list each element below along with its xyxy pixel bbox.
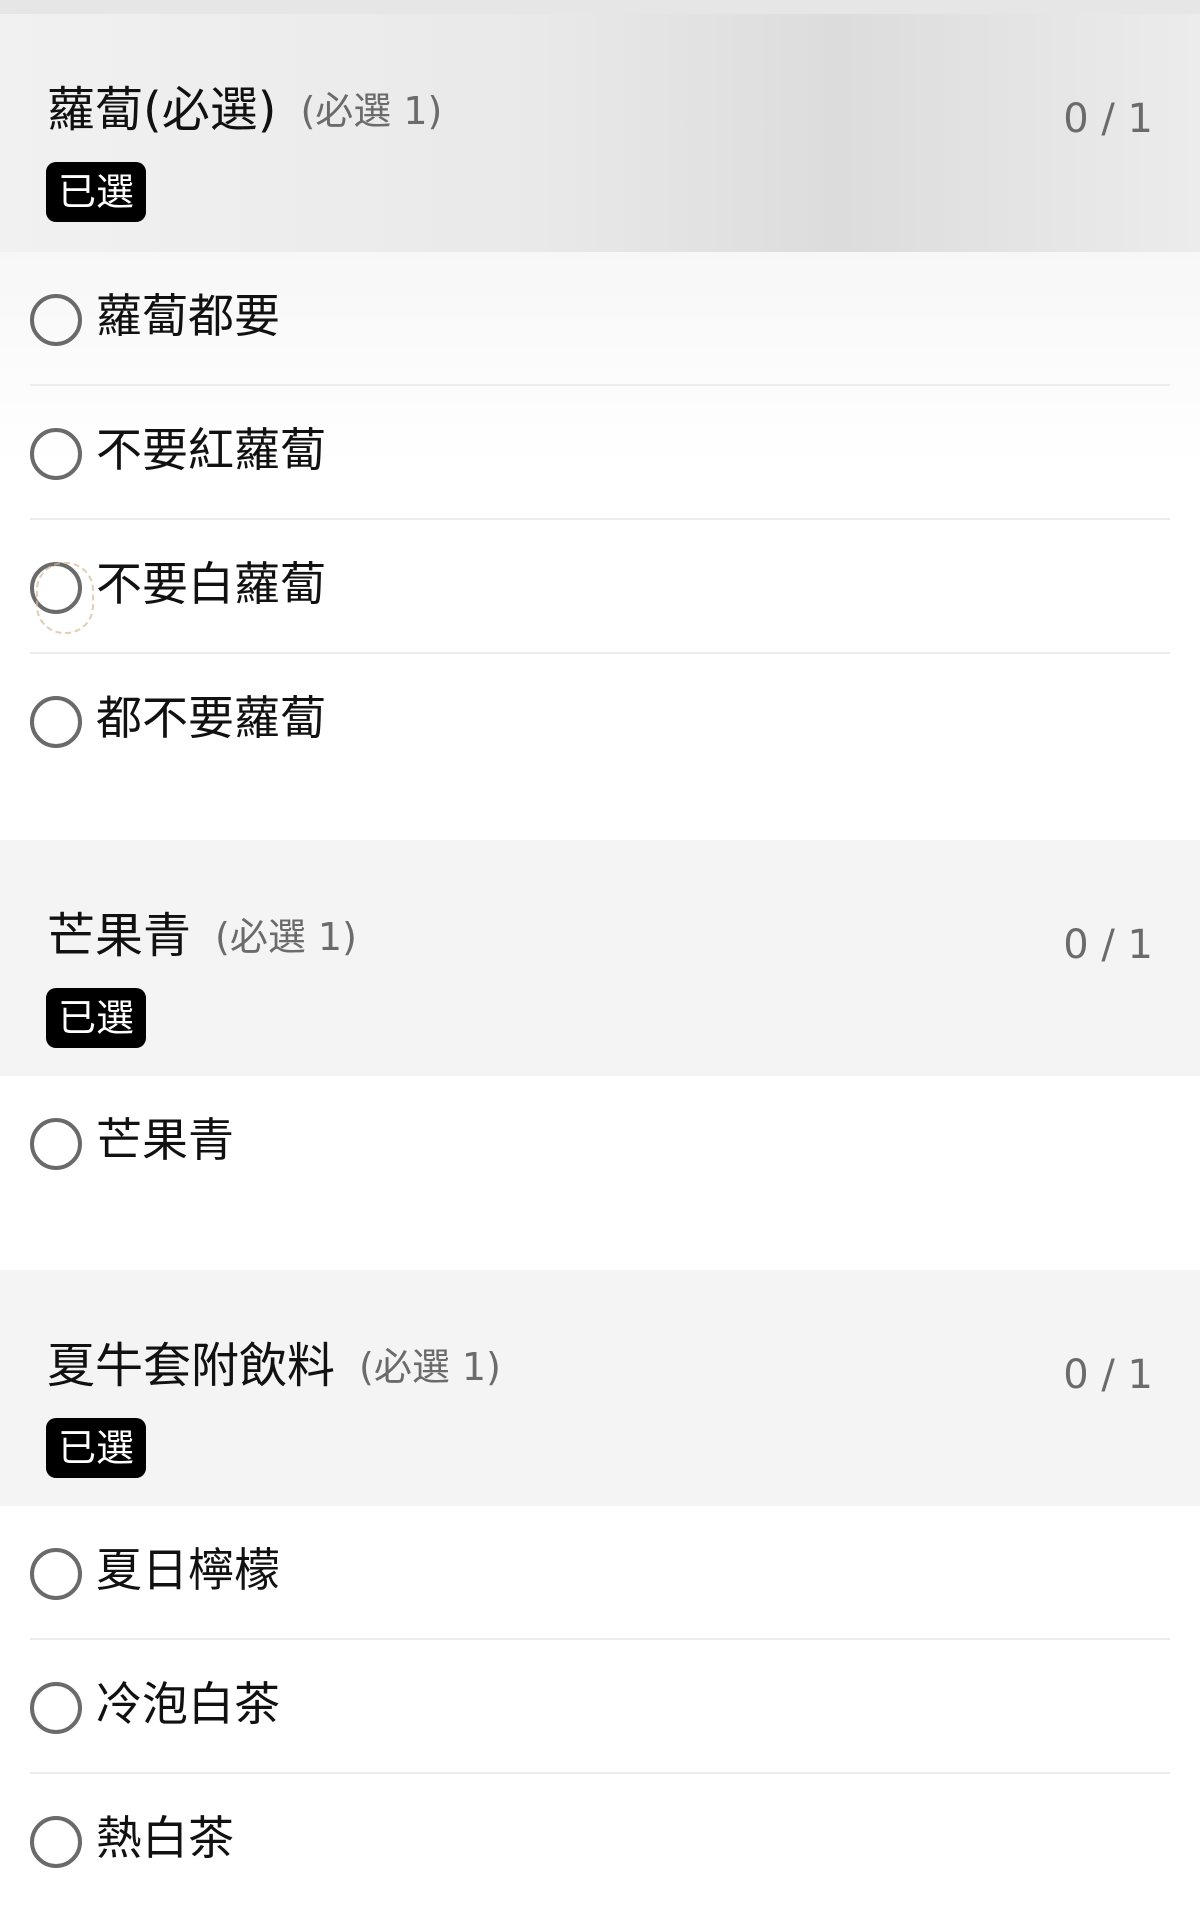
option-row[interactable]: 熱白茶	[30, 1774, 1170, 1908]
option-label: 熱白茶	[96, 1811, 234, 1865]
group-name: 芒果青	[47, 908, 192, 964]
group-title: 蘿蔔(必選) (必選 1)	[47, 80, 442, 141]
radio-button[interactable]	[30, 1816, 82, 1868]
radio-button[interactable]	[30, 1548, 82, 1600]
selected-badge: 已選	[46, 988, 147, 1048]
option-row[interactable]: 都不要蘿蔔	[30, 654, 1170, 788]
radio-button[interactable]	[30, 1682, 82, 1734]
radio-button[interactable]	[30, 696, 82, 748]
radio-button[interactable]	[30, 294, 82, 346]
option-row[interactable]: 芒果青	[30, 1076, 1170, 1210]
option-group-radish: 蘿蔔(必選) (必選 1) 0 / 1 已選 蘿蔔都要 不要紅蘿蔔 不要白蘿蔔 都…	[0, 14, 1200, 840]
top-edge	[0, 0, 1200, 14]
option-row[interactable]: 不要紅蘿蔔	[30, 386, 1170, 520]
group-selection-count: 0 / 1	[1063, 1352, 1153, 1398]
group-name: 夏牛套附飲料	[47, 1338, 336, 1394]
group-spacer	[0, 788, 1200, 840]
group-name: 蘿蔔(必選)	[47, 82, 277, 138]
group-selection-count: 0 / 1	[1063, 922, 1153, 968]
option-row[interactable]: 不要白蘿蔔	[30, 520, 1170, 654]
group-header: 芒果青 (必選 1) 0 / 1 已選	[0, 840, 1200, 1076]
radio-button[interactable]	[30, 1118, 82, 1170]
selected-badge: 已選	[46, 1418, 147, 1478]
option-label: 都不要蘿蔔	[96, 691, 326, 745]
group-requirement: (必選 1)	[300, 89, 443, 133]
option-label: 冷泡白茶	[96, 1677, 280, 1731]
option-label: 夏日檸檬	[96, 1543, 280, 1597]
group-selection-count: 0 / 1	[1063, 96, 1153, 142]
option-row[interactable]: 夏日檸檬	[30, 1506, 1170, 1640]
watermark-sticker-icon	[36, 562, 94, 634]
option-list: 芒果青	[0, 1076, 1200, 1210]
group-spacer	[0, 1210, 1200, 1270]
option-row[interactable]: 蘿蔔都要	[30, 252, 1170, 386]
option-row[interactable]: 冷泡白茶	[30, 1640, 1170, 1774]
radio-button[interactable]	[30, 428, 82, 480]
option-label: 蘿蔔都要	[96, 289, 280, 343]
option-list: 夏日檸檬 冷泡白茶 熱白茶	[0, 1506, 1200, 1908]
option-group-mango: 芒果青 (必選 1) 0 / 1 已選 芒果青	[0, 840, 1200, 1270]
option-group-set-drink: 夏牛套附飲料 (必選 1) 0 / 1 已選 夏日檸檬 冷泡白茶 熱白茶	[0, 1270, 1200, 1908]
group-title: 夏牛套附飲料 (必選 1)	[47, 1336, 501, 1397]
group-requirement: (必選 1)	[215, 915, 357, 959]
option-label: 不要白蘿蔔	[96, 557, 326, 611]
group-title: 芒果青 (必選 1)	[47, 906, 357, 967]
group-header: 蘿蔔(必選) (必選 1) 0 / 1 已選	[0, 14, 1200, 252]
option-label: 芒果青	[96, 1113, 234, 1167]
group-header: 夏牛套附飲料 (必選 1) 0 / 1 已選	[0, 1270, 1200, 1506]
group-requirement: (必選 1)	[359, 1345, 501, 1389]
selected-badge: 已選	[46, 162, 147, 222]
option-label: 不要紅蘿蔔	[96, 423, 326, 477]
option-list: 蘿蔔都要 不要紅蘿蔔 不要白蘿蔔 都不要蘿蔔	[0, 252, 1200, 788]
